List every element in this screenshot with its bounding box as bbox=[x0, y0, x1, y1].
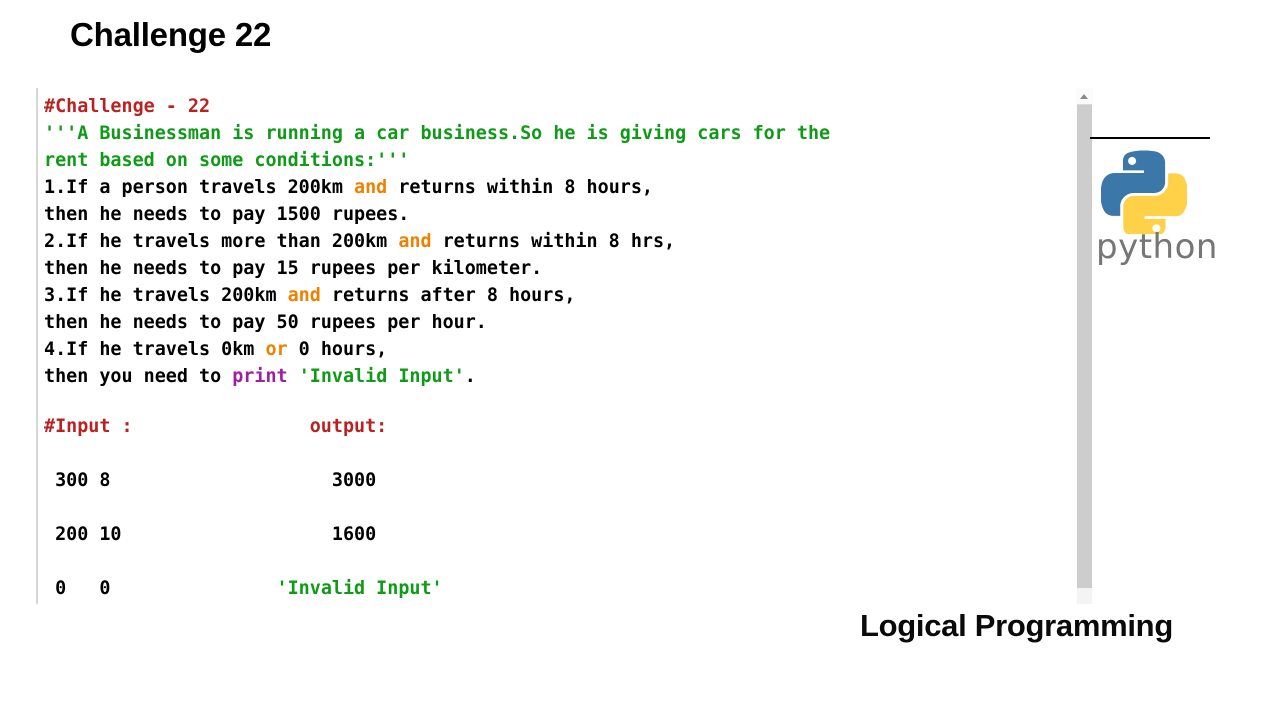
code-line: 2.If he travels more than 200km and retu… bbox=[44, 228, 1062, 255]
code-token-comment: #Input : bbox=[44, 416, 133, 437]
footer-brand: Logical Programming bbox=[860, 608, 1173, 643]
code-token-plain: 200 10 bbox=[44, 524, 122, 545]
io-line bbox=[44, 494, 1062, 521]
code-token-plain: 0 hours, bbox=[287, 339, 388, 360]
page-title: Challenge 22 bbox=[70, 16, 272, 53]
scrollbar-track[interactable] bbox=[1077, 588, 1092, 604]
code-token-plain: 3000 bbox=[331, 470, 377, 491]
code-token-string: '''A Businessman is running a car busine… bbox=[44, 123, 831, 144]
code-line: #Challenge - 22 bbox=[44, 93, 1062, 120]
code-line: then he needs to pay 1500 rupees. bbox=[44, 201, 1062, 228]
code-line: 1.If a person travels 200km and returns … bbox=[44, 174, 1062, 201]
code-line: then he needs to pay 50 rupees per hour. bbox=[44, 309, 1062, 336]
code-token-keyword: and bbox=[287, 285, 321, 306]
code-token-keyword: and bbox=[398, 231, 432, 252]
code-panel: #Challenge - 22 '''A Businessman is runni… bbox=[36, 88, 1092, 604]
code-token-plain: 3.If he travels 200km bbox=[44, 285, 288, 306]
code-token-plain: . bbox=[464, 366, 476, 387]
code-token-plain: returns within 8 hrs, bbox=[431, 231, 676, 252]
code-line: 4.If he travels 0km or 0 hours, bbox=[44, 336, 1062, 363]
code-token-plain: returns after 8 hours, bbox=[320, 285, 576, 306]
code-line: then you need to print 'Invalid Input'. bbox=[44, 363, 1062, 390]
code-token-keyword: and bbox=[354, 177, 388, 198]
io-line: 300 8 3000 bbox=[44, 467, 1062, 494]
code-token-comment: #Challenge - 22 bbox=[44, 96, 211, 117]
code-token-string: rent based on some conditions:''' bbox=[44, 150, 410, 171]
code-token-plain: 1600 bbox=[331, 524, 377, 545]
code-token-builtin: print bbox=[232, 366, 288, 387]
code-token-plain: then you need to bbox=[44, 366, 233, 387]
code-token-comment: output: bbox=[309, 416, 388, 437]
code-token-plain: 1.If a person travels 200km bbox=[44, 177, 355, 198]
python-logo-block: python bbox=[1088, 132, 1218, 272]
code-line: then he needs to pay 15 rupees per kilom… bbox=[44, 255, 1062, 282]
io-line: 200 10 1600 bbox=[44, 521, 1062, 548]
chevron-up-icon[interactable] bbox=[1076, 88, 1093, 104]
code-line: '''A Businessman is running a car busine… bbox=[44, 120, 1062, 147]
code-token-plain: then he needs to pay 1500 rupees. bbox=[44, 204, 410, 225]
python-wordmark: python bbox=[1096, 227, 1218, 267]
io-line bbox=[44, 548, 1062, 575]
code-token-plain: 300 8 bbox=[44, 470, 111, 491]
io-line bbox=[44, 440, 1062, 467]
code-block[interactable]: #Challenge - 22 '''A Businessman is runni… bbox=[44, 93, 1062, 390]
io-line: 0 0 'Invalid Input' bbox=[44, 575, 1062, 602]
code-token-plain: returns within 8 hours, bbox=[387, 177, 653, 198]
code-token-plain: then he needs to pay 50 rupees per hour. bbox=[44, 312, 487, 333]
code-token-plain: then he needs to pay 15 rupees per kilom… bbox=[44, 258, 543, 279]
code-token-keyword: or bbox=[265, 339, 288, 360]
code-line: rent based on some conditions:''' bbox=[44, 147, 1062, 174]
code-token-plain: 0 0 bbox=[44, 578, 111, 599]
io-example-block[interactable]: #Input : output: 300 8 3000 200 10 1600 … bbox=[44, 413, 1062, 602]
code-token-string: 'Invalid Input' bbox=[298, 366, 465, 387]
horizontal-rule bbox=[1090, 137, 1210, 139]
code-token-string: 'Invalid Input' bbox=[276, 578, 443, 599]
code-token-plain: 4.If he travels 0km bbox=[44, 339, 266, 360]
python-logo-icon bbox=[1101, 150, 1187, 234]
io-line: #Input : output: bbox=[44, 413, 1062, 440]
code-token-plain: 2.If he travels more than 200km bbox=[44, 231, 399, 252]
code-line: 3.If he travels 200km and returns after … bbox=[44, 282, 1062, 309]
